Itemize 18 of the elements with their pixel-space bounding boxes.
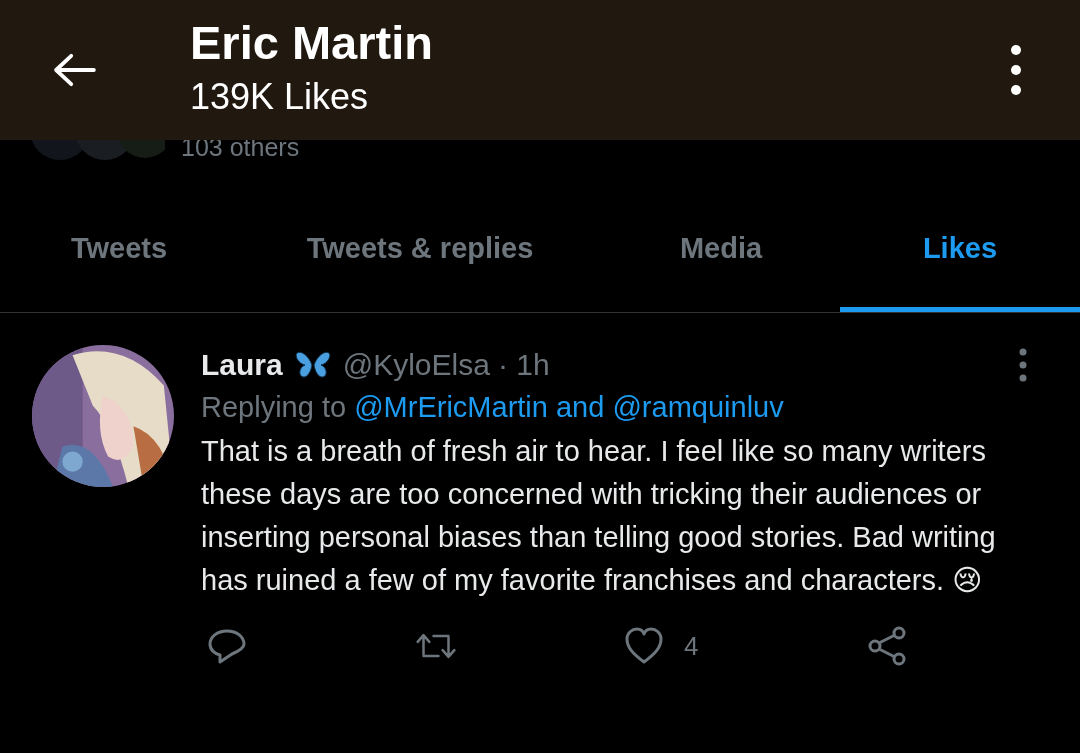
like-count: 4 [684,630,699,662]
tweet-time: · 1h [497,348,551,382]
user-name[interactable]: Laura [201,348,283,382]
reply-mention-link[interactable]: @MrEricMartin and @ramquinluv [354,391,784,423]
tab[interactable]: Likes [840,176,1080,312]
share-icon[interactable] [866,626,907,666]
heart-icon[interactable] [624,626,664,666]
tab[interactable]: Tweets & replies [238,176,602,312]
likes-count: 139K Likes [190,75,370,118]
back-arrow-icon[interactable] [52,53,98,87]
butterfly-icon [294,350,331,380]
tab[interactable]: Media [602,176,840,312]
tab[interactable]: Tweets [0,176,238,312]
profile-name: Eric Martin [190,14,434,70]
more-options-icon[interactable] [1010,44,1022,96]
replying-label: Replying to [201,391,347,423]
tweet-text: That is a breath of fresh air to hear. I feel like so many writers these days are too concerned with tricking their audiences or inserting personal biases than telling good stories. Bad writing has ruined a few of my favorite franchises and characters. 😢 [201,434,997,598]
user-handle[interactable]: @KyloElsa [342,348,490,382]
